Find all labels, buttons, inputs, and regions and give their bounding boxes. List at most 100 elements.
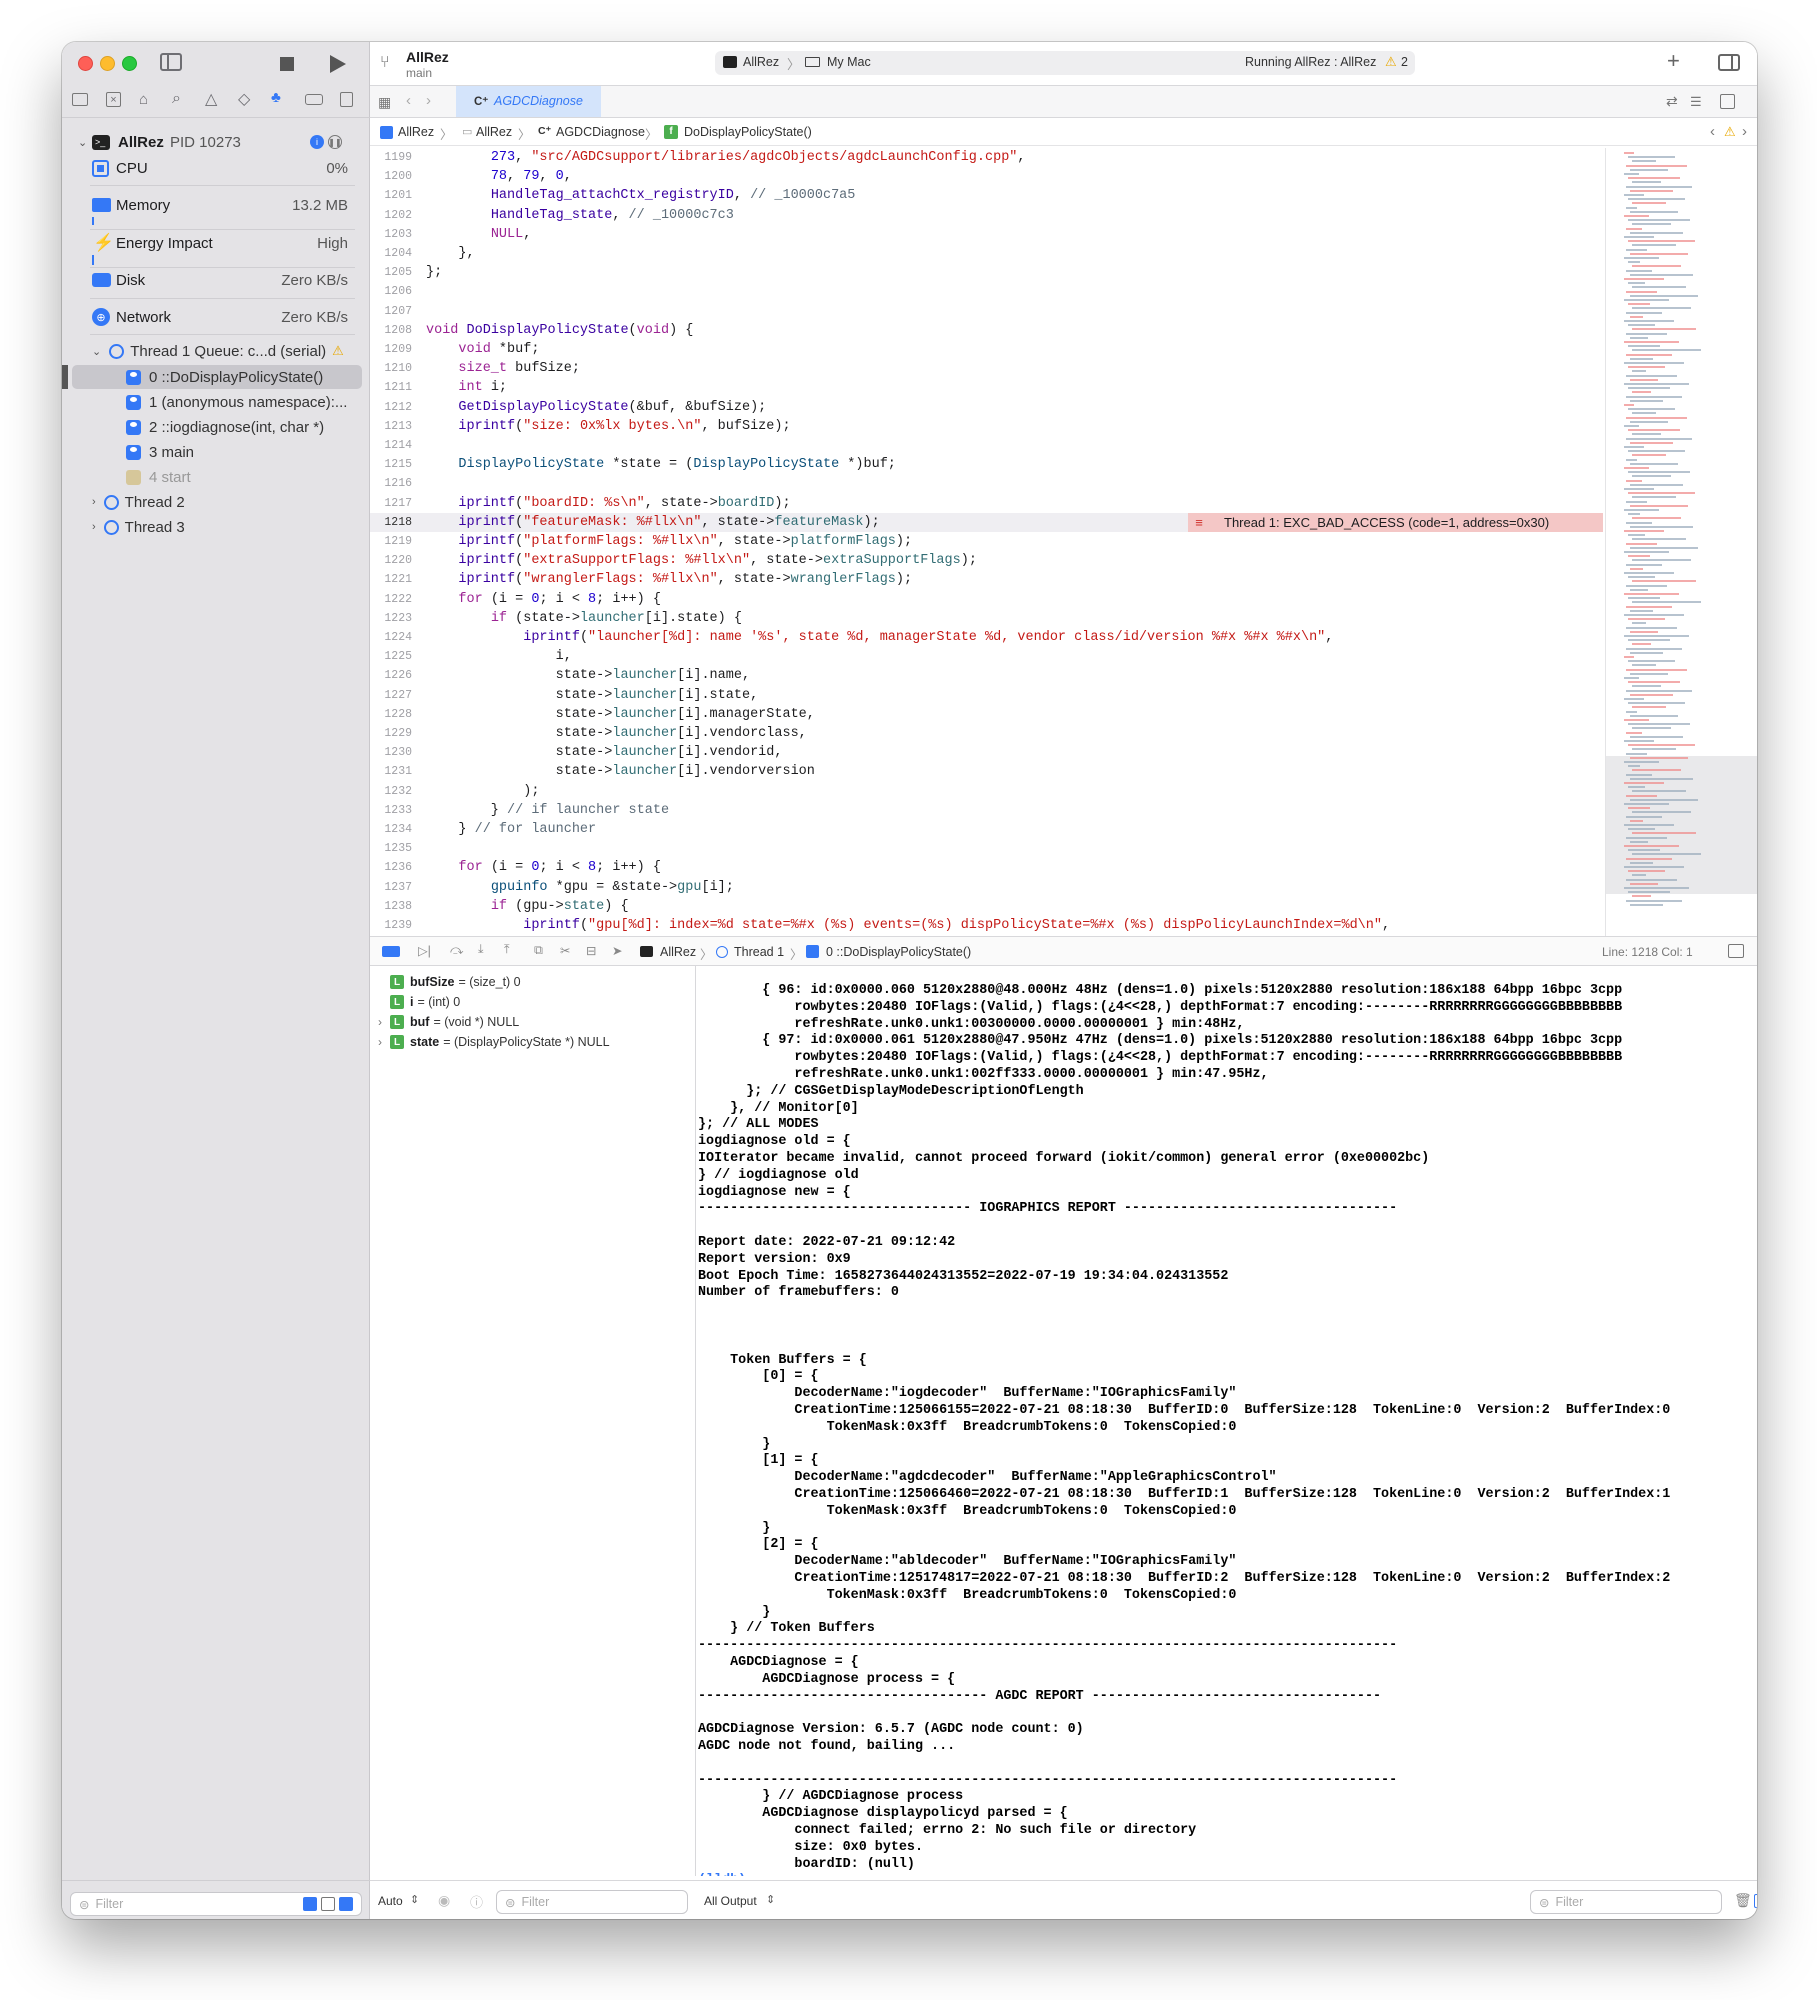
run-button[interactable] (330, 55, 346, 73)
thread-2-row[interactable]: › Thread 2 (92, 491, 185, 513)
line-number[interactable]: 1229 (370, 724, 412, 743)
source-control-icon[interactable]: × (106, 92, 121, 107)
activity-view[interactable]: AllRez 〉 My Mac Running AllRez : AllRez … (715, 51, 1415, 75)
editor-options-icon[interactable]: ☰ (1690, 94, 1702, 110)
line-number[interactable]: 1219 (370, 532, 412, 551)
code-line[interactable]: 1205}; (370, 263, 1603, 282)
chevron-down-icon[interactable]: ⌄ (78, 136, 87, 149)
variable-row[interactable]: LbufSize = (size_t) 0 (378, 972, 521, 992)
line-number[interactable]: 1200 (370, 167, 412, 186)
code-line[interactable]: 1238 if (gpu->state) { (370, 897, 1603, 916)
sidebar-toggle-icon[interactable] (160, 53, 182, 71)
minimize-window-button[interactable] (100, 56, 115, 71)
warning-count[interactable]: 2 (1401, 55, 1408, 69)
code-line[interactable]: 1217 iprintf("boardID: %s\n", state->boa… (370, 494, 1603, 513)
thread-1-row[interactable]: ⌄ Thread 1 Queue: c...d (serial) ⚠ (92, 340, 344, 362)
run-destination[interactable]: My Mac (827, 55, 871, 69)
info-icon[interactable]: i (310, 135, 324, 149)
next-issue-icon[interactable]: › (1742, 123, 1747, 140)
view-hierarchy-icon[interactable]: ⧉ (534, 943, 543, 958)
debug-navigator-icon[interactable]: ♣ (271, 89, 281, 106)
environment-icon[interactable]: ⊟ (586, 943, 596, 958)
pause-icon[interactable]: ❚❚ (328, 135, 342, 149)
chevron-right-icon[interactable]: › (92, 521, 96, 533)
code-line[interactable]: 1199 273, "src/AGDCsupport/libraries/agd… (370, 148, 1603, 167)
line-number[interactable]: 1201 (370, 186, 412, 205)
eye-icon[interactable]: ◉ (438, 1892, 450, 1909)
memory-graph-icon[interactable]: ✂ (560, 943, 570, 958)
code-line[interactable]: 1216 (370, 474, 1603, 493)
zoom-window-button[interactable] (122, 56, 137, 71)
console-filter[interactable]: ⊜ Filter (1530, 1890, 1722, 1914)
line-number[interactable]: 1233 (370, 801, 412, 820)
code-line[interactable]: 1231 state->launcher[i].vendorversion (370, 762, 1603, 781)
tab-agdcdiagnose[interactable]: C⁺ AGDCDiagnose (456, 86, 601, 117)
code-line[interactable]: 1201 HandleTag_attachCtx_registryID, // … (370, 186, 1603, 205)
symbol-icon[interactable]: ⌂ (139, 91, 148, 108)
line-number[interactable]: 1204 (370, 244, 412, 263)
line-number[interactable]: 1222 (370, 590, 412, 609)
breadcrumb-project[interactable]: AllRez (398, 125, 434, 139)
test-icon[interactable]: ◇ (238, 89, 250, 109)
frame-3[interactable]: 3 main (126, 441, 194, 463)
minimap[interactable] (1605, 148, 1757, 936)
code-line[interactable]: 1218 iprintf("featureMask: %#llx\n", sta… (370, 512, 1603, 532)
swap-icon[interactable]: ⇄ (1666, 93, 1678, 110)
chevron-right-icon[interactable]: › (378, 1035, 390, 1049)
code-line[interactable]: 1232 ); (370, 782, 1603, 801)
frame-1[interactable]: 1 (anonymous namespace):... (126, 391, 347, 413)
line-number[interactable]: 1217 (370, 494, 412, 513)
code-line[interactable]: 1203 NULL, (370, 225, 1603, 244)
line-number[interactable]: 1199 (370, 148, 412, 167)
location-icon[interactable]: ➤ (612, 943, 622, 958)
code-line[interactable]: 1229 state->launcher[i].vendorclass, (370, 724, 1603, 743)
back-icon[interactable]: ‹ (406, 92, 411, 109)
inspector-toggle-icon[interactable] (1718, 54, 1740, 71)
line-number[interactable]: 1235 (370, 839, 412, 858)
process-row[interactable]: ⌄ >_ AllRez PID 10273 i ❚❚ (62, 130, 370, 154)
navigator-filter[interactable]: ⊜ Filter (70, 1892, 362, 1916)
code-line[interactable]: 1224 iprintf("launcher[%d]: name '%s', s… (370, 628, 1603, 647)
code-line[interactable]: 1214 (370, 436, 1603, 455)
line-number[interactable]: 1234 (370, 820, 412, 839)
hide-debug-area-icon[interactable] (1728, 944, 1744, 958)
show-variables-icon[interactable] (1754, 1894, 1757, 1908)
source-editor[interactable]: 1199 273, "src/AGDCsupport/libraries/agd… (370, 148, 1603, 936)
step-out-icon[interactable]: ⤒ (504, 942, 510, 957)
forward-icon[interactable]: › (426, 92, 431, 109)
line-number[interactable]: 1220 (370, 551, 412, 570)
filter-option-icon[interactable] (339, 1897, 353, 1911)
line-number[interactable]: 1206 (370, 282, 412, 301)
info-circle-icon[interactable]: ⓘ (470, 1892, 483, 1911)
gauge-disk[interactable]: Disk Zero KB/s (62, 268, 370, 292)
line-number[interactable]: 1212 (370, 398, 412, 417)
warning-icon[interactable]: ⚠ (1724, 124, 1736, 140)
breakpoints-toggle-icon[interactable] (382, 946, 400, 957)
breadcrumb-file[interactable]: AGDCDiagnose (556, 125, 645, 139)
line-number[interactable]: 1216 (370, 474, 412, 493)
line-number[interactable]: 1225 (370, 647, 412, 666)
line-number[interactable]: 1236 (370, 858, 412, 877)
variable-row[interactable]: › Lbuf = (void *) NULL (378, 1012, 519, 1032)
code-line[interactable]: 1215 DisplayPolicyState *state = (Displa… (370, 455, 1603, 474)
line-number[interactable]: 1218 (370, 513, 412, 532)
code-line[interactable]: 1225 i, (370, 647, 1603, 666)
line-number[interactable]: 1214 (370, 436, 412, 455)
debug-path-frame[interactable]: 0 ::DoDisplayPolicyState() (826, 945, 971, 959)
code-line[interactable]: 1223 if (state->launcher[i].state) { (370, 609, 1603, 628)
code-line[interactable]: 1204 }, (370, 244, 1603, 263)
line-number[interactable]: 1221 (370, 570, 412, 589)
code-line[interactable]: 1230 state->launcher[i].vendorid, (370, 743, 1603, 762)
chevron-right-icon[interactable]: › (378, 1015, 390, 1029)
breadcrumb-function[interactable]: DoDisplayPolicyState() (684, 125, 812, 139)
chevron-down-icon[interactable]: ⌄ (92, 345, 101, 358)
report-icon[interactable] (340, 92, 353, 107)
issue-icon[interactable]: △ (205, 89, 217, 109)
code-line[interactable]: 1212 GetDisplayPolicyState(&buf, &bufSiz… (370, 398, 1603, 417)
gauge-network[interactable]: ⊕ Network Zero KB/s (62, 305, 370, 329)
code-line[interactable]: 1213 iprintf("size: 0x%lx bytes.\n", buf… (370, 417, 1603, 436)
console-output[interactable]: { 96: id:0x0000.060 5120x2880@48.000Hz 4… (696, 978, 1738, 1876)
code-line[interactable]: 1227 state->launcher[i].state, (370, 686, 1603, 705)
code-line[interactable]: 1209 void *buf; (370, 340, 1603, 359)
variables-view[interactable]: LbufSize = (size_t) 0 Li = (int) 0 › Lbuf = (v… (370, 966, 696, 1876)
